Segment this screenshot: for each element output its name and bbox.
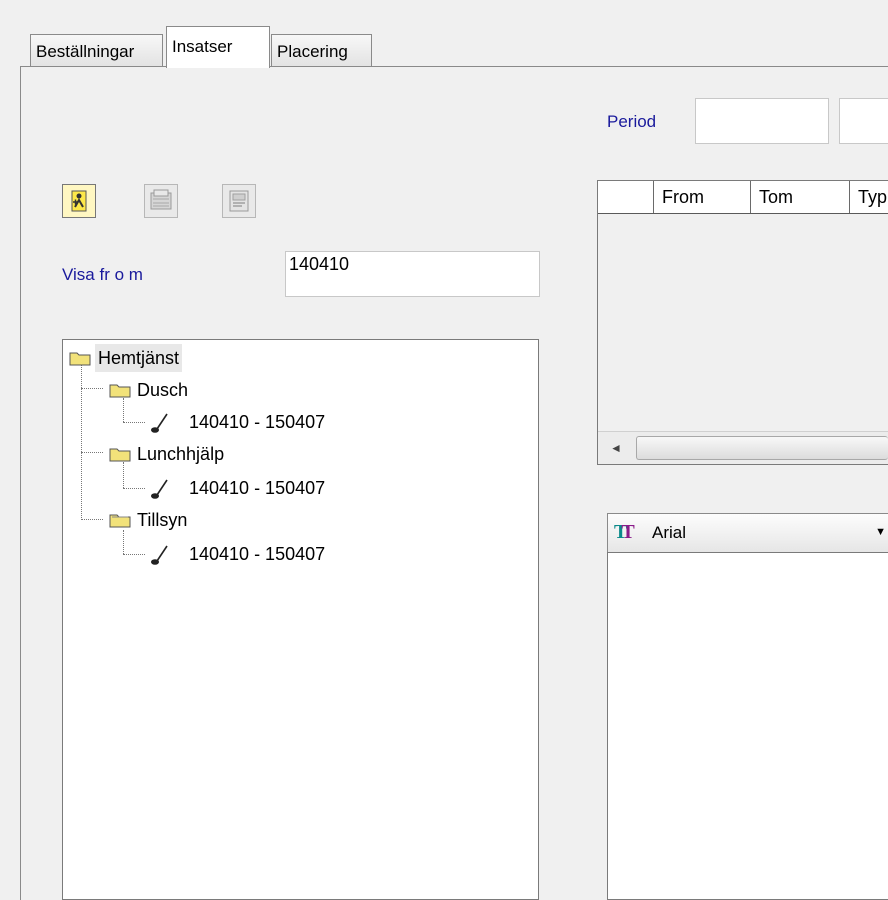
horizontal-scrollbar[interactable]: ◄ xyxy=(598,431,888,464)
column-header-tom[interactable]: Tom xyxy=(750,181,849,213)
scroll-left-arrow-icon[interactable]: ◄ xyxy=(598,432,634,464)
period-grid[interactable]: From Tom Typ ◄ xyxy=(597,180,888,465)
tree-connector xyxy=(123,554,145,555)
tree-leaf-label: 140410 - 150407 xyxy=(189,412,326,432)
visa-from-label: Visa fr o m xyxy=(62,265,143,284)
truetype-font-icon: TT xyxy=(614,521,635,543)
note-icon xyxy=(151,413,168,433)
print-button[interactable] xyxy=(144,184,178,218)
period-label: Period xyxy=(607,112,657,131)
folder-icon xyxy=(109,384,131,398)
tree-connector xyxy=(123,398,124,422)
folder-open-icon xyxy=(109,514,131,528)
period-from-input[interactable] xyxy=(695,98,829,144)
dropdown-arrow-icon[interactable]: ▼ xyxy=(875,526,886,538)
tree-connector xyxy=(123,530,124,554)
font-name: Arial xyxy=(652,523,687,542)
edit-form-icon xyxy=(229,190,249,212)
folder-icon xyxy=(69,352,91,366)
add-insats-button[interactable] xyxy=(62,184,96,218)
printer-icon xyxy=(150,189,172,210)
column-header-typ[interactable]: Typ xyxy=(849,181,888,213)
text-editor[interactable] xyxy=(607,552,888,900)
column-header-from[interactable]: From xyxy=(653,181,750,213)
visa-from-input[interactable]: 140410 xyxy=(285,251,540,297)
tree-node-label: Dusch xyxy=(137,380,189,400)
tree-connector xyxy=(81,452,103,453)
note-icon xyxy=(151,545,168,565)
tree-node-label: Tillsyn xyxy=(137,510,188,530)
insats-tree[interactable]: Hemtjänst Dusch 140410 - 150407 Lunchhjä… xyxy=(62,339,539,900)
tree-leaf-label: 140410 - 150407 xyxy=(189,478,326,498)
add-person-icon xyxy=(71,190,87,212)
tab-insatser[interactable]: Insatser xyxy=(166,26,270,68)
tree-connector xyxy=(81,519,103,520)
tree-leaf-label: 140410 - 150407 xyxy=(189,544,326,564)
grid-header: From Tom Typ xyxy=(598,181,888,214)
note-icon xyxy=(151,479,168,499)
tree-connector xyxy=(81,388,103,389)
tab-bestallningar[interactable]: Beställningar xyxy=(30,34,163,68)
tab-placering[interactable]: Placering xyxy=(271,34,372,68)
edit-button[interactable] xyxy=(222,184,256,218)
font-selector[interactable]: TT Arial ▼ xyxy=(607,513,888,553)
tree-node-label: Lunchhjälp xyxy=(137,444,225,464)
period-to-input[interactable] xyxy=(839,98,888,144)
grid-row-header[interactable] xyxy=(598,181,653,213)
folder-icon xyxy=(109,448,131,462)
scroll-thumb[interactable] xyxy=(636,436,888,460)
tree-connector xyxy=(123,488,145,489)
tree-node-label: Hemtjänst xyxy=(95,344,183,372)
tree-connector xyxy=(123,462,124,488)
tree-connector xyxy=(123,422,145,423)
